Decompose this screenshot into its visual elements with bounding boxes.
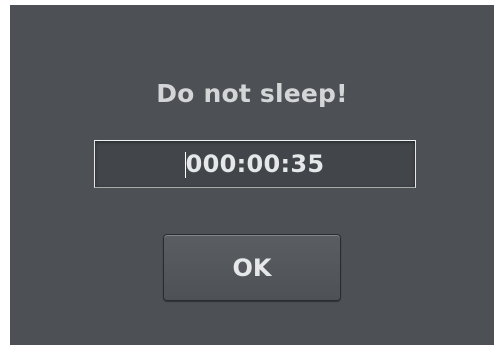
timer-value: 000:00:35: [184, 150, 325, 178]
dialog-window: Do not sleep! 000:00:35 OK: [10, 5, 494, 345]
dialog-title: Do not sleep!: [156, 79, 348, 108]
timer-input[interactable]: 000:00:35: [94, 140, 416, 188]
text-caret: [184, 152, 186, 178]
ok-button[interactable]: OK: [163, 234, 341, 301]
ok-button-label: OK: [232, 253, 272, 282]
